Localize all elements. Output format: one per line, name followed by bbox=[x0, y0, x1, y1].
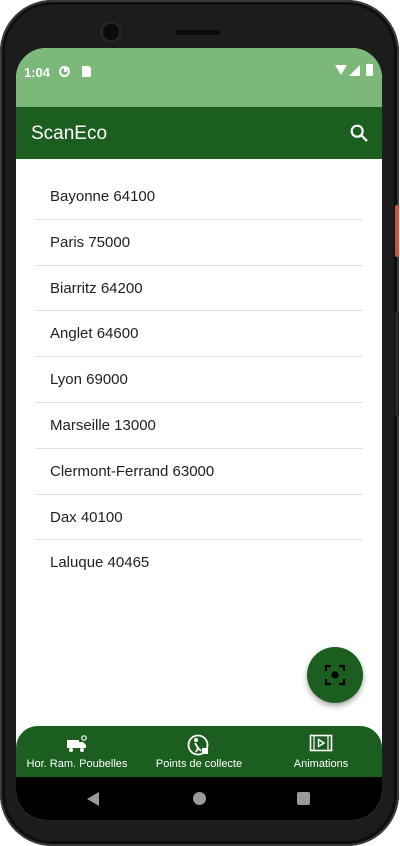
city-list: Bayonne 64100 Paris 75000 Biarritz 64200… bbox=[35, 174, 363, 586]
list-item[interactable]: Dax 40100 bbox=[35, 495, 363, 541]
status-bar: 1:04 bbox=[16, 48, 382, 107]
nav-label: Hor. Ram. Poubelles bbox=[26, 758, 128, 770]
recent-apps-icon[interactable] bbox=[297, 792, 310, 805]
list-item[interactable]: Paris 75000 bbox=[35, 220, 363, 266]
gauge-icon bbox=[59, 66, 70, 77]
nav-item-points-de-collecte[interactable]: Points de collecte bbox=[138, 726, 260, 777]
list-item[interactable]: Marseille 13000 bbox=[35, 403, 363, 449]
scan-fab-button[interactable] bbox=[307, 647, 363, 703]
cell-signal-icon bbox=[349, 65, 360, 76]
app-bar: ScanEco bbox=[16, 107, 382, 159]
back-icon[interactable] bbox=[87, 792, 99, 806]
nav-label: Points de collecte bbox=[155, 758, 243, 770]
recycling-person-icon bbox=[187, 734, 209, 756]
home-icon[interactable] bbox=[193, 792, 206, 805]
earpiece-speaker bbox=[176, 30, 220, 35]
phone-frame: 1:04 ScanEco Bayonne 64100 Paris 75000 B… bbox=[0, 0, 399, 846]
nav-item-animations[interactable]: Animations bbox=[260, 726, 382, 777]
battery-icon bbox=[366, 64, 373, 76]
wifi-icon bbox=[335, 65, 347, 75]
app-screen: 1:04 ScanEco Bayonne 64100 Paris 75000 B… bbox=[16, 48, 382, 820]
app-title: ScanEco bbox=[31, 123, 108, 144]
list-item[interactable]: Laluque 40465 bbox=[35, 540, 363, 586]
nav-item-hor-ram-poubelles[interactable]: Hor. Ram. Poubelles bbox=[16, 726, 138, 777]
front-camera bbox=[103, 24, 119, 40]
sim-card-icon bbox=[82, 66, 91, 77]
power-button bbox=[395, 205, 399, 257]
list-item[interactable]: Clermont-Ferrand 63000 bbox=[35, 449, 363, 495]
list-item[interactable]: Anglet 64600 bbox=[35, 311, 363, 358]
list-item[interactable]: Lyon 69000 bbox=[35, 357, 363, 403]
nav-label: Animations bbox=[293, 758, 349, 770]
bottom-navigation: Hor. Ram. Poubelles Points de collecte A… bbox=[16, 726, 382, 777]
list-item[interactable]: Biarritz 64200 bbox=[35, 266, 363, 312]
system-navigation-bar bbox=[16, 777, 382, 820]
garbage-truck-icon bbox=[67, 735, 87, 752]
scan-icon bbox=[324, 664, 346, 686]
search-icon[interactable] bbox=[348, 122, 370, 144]
list-item[interactable]: Bayonne 64100 bbox=[35, 174, 363, 220]
volume-button bbox=[395, 312, 399, 416]
video-icon bbox=[309, 734, 333, 752]
status-time: 1:04 bbox=[24, 65, 51, 80]
